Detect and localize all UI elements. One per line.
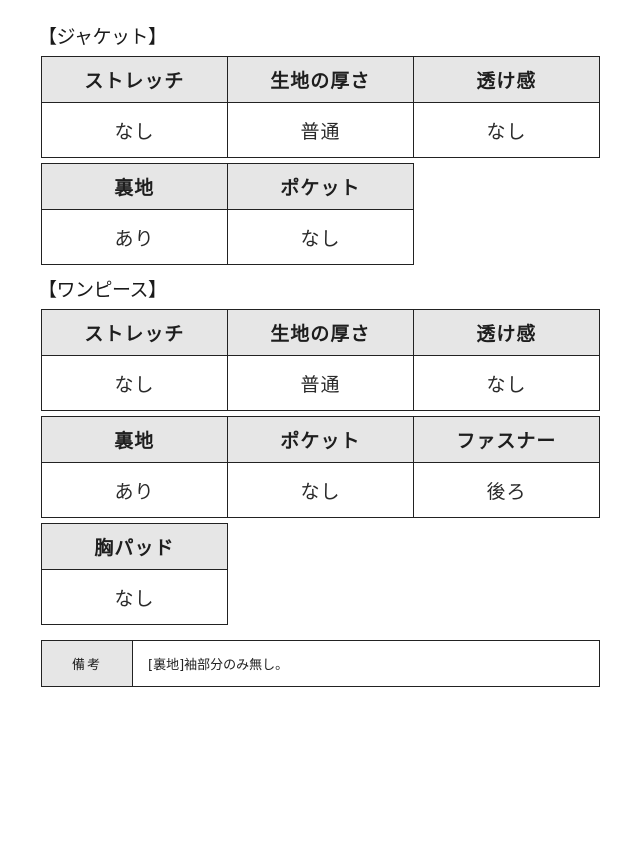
value-cell-fabric-thickness: 普通 [227, 355, 414, 411]
value-cell-sheerness: なし [413, 355, 600, 411]
value-cell-lining: あり [41, 209, 228, 265]
header-row: 裏地 ポケット ファスナー [41, 416, 600, 463]
header-cell-fabric-thickness: 生地の厚さ [227, 56, 414, 103]
value-cell-bust-pad: なし [41, 569, 228, 625]
notes-table: 備考 [裏地]袖部分のみ無し。 [41, 640, 600, 687]
header-cell-stretch: ストレッチ [41, 309, 228, 356]
header-cell-bust-pad: 胸パッド [41, 523, 228, 570]
value-row: なし 普通 なし [41, 355, 600, 411]
section-title-jacket: 【ジャケット】 [38, 26, 167, 48]
header-cell-pocket: ポケット [227, 163, 414, 210]
header-row: 裏地 ポケット [41, 163, 414, 210]
value-cell-fabric-thickness: 普通 [227, 102, 414, 158]
header-cell-lining: 裏地 [41, 416, 228, 463]
dress-spec-table-3: 胸パッド なし [41, 523, 228, 625]
value-cell-stretch: なし [41, 355, 228, 411]
header-cell-fabric-thickness: 生地の厚さ [227, 309, 414, 356]
dress-spec-table-2: 裏地 ポケット ファスナー あり なし 後ろ [41, 416, 600, 518]
value-row: なし 普通 なし [41, 102, 600, 158]
header-cell-pocket: ポケット [227, 416, 414, 463]
value-row: あり なし 後ろ [41, 462, 600, 518]
value-cell-pocket: なし [227, 462, 414, 518]
jacket-spec-table-1: ストレッチ 生地の厚さ 透け感 なし 普通 なし [41, 56, 600, 158]
value-row: なし [41, 569, 228, 625]
header-cell-fastener: ファスナー [413, 416, 600, 463]
header-cell-lining: 裏地 [41, 163, 228, 210]
header-row: 胸パッド [41, 523, 228, 570]
header-cell-sheerness: 透け感 [413, 309, 600, 356]
header-cell-stretch: ストレッチ [41, 56, 228, 103]
value-cell-stretch: なし [41, 102, 228, 158]
value-row: あり なし [41, 209, 414, 265]
notes-label: 備考 [41, 640, 133, 687]
header-cell-sheerness: 透け感 [413, 56, 600, 103]
value-cell-fastener: 後ろ [413, 462, 600, 518]
value-cell-sheerness: なし [413, 102, 600, 158]
header-row: ストレッチ 生地の厚さ 透け感 [41, 56, 600, 103]
value-cell-pocket: なし [227, 209, 414, 265]
notes-row: 備考 [裏地]袖部分のみ無し。 [41, 640, 600, 687]
jacket-spec-table-2: 裏地 ポケット あり なし [41, 163, 414, 265]
section-title-dress: 【ワンピース】 [38, 279, 167, 301]
value-cell-lining: あり [41, 462, 228, 518]
header-row: ストレッチ 生地の厚さ 透け感 [41, 309, 600, 356]
notes-value: [裏地]袖部分のみ無し。 [132, 640, 600, 687]
dress-spec-table-1: ストレッチ 生地の厚さ 透け感 なし 普通 なし [41, 309, 600, 411]
